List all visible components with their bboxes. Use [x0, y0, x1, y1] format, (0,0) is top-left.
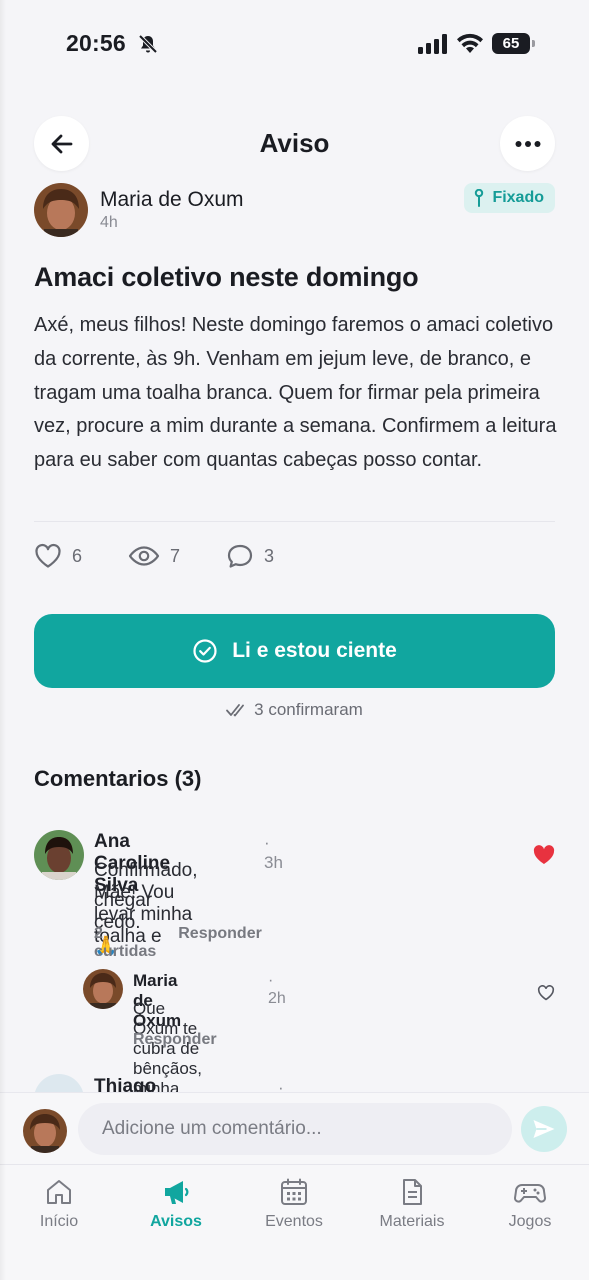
post-time: 4h [100, 214, 118, 231]
current-user-avatar [23, 1109, 67, 1153]
tab-label: Eventos [265, 1213, 323, 1230]
comment-composer [0, 1092, 589, 1164]
author-name[interactable]: Maria de Oxum [100, 188, 244, 212]
screen: 20:56 65 Aviso Maria de Oxum 4h Fixado A… [0, 0, 589, 1280]
views-stat: 7 [128, 545, 180, 567]
comment-time-value: 3h [264, 853, 283, 872]
post-body: Axé, meus filhos! Neste domingo faremos … [34, 314, 557, 472]
pinned-badge: Fixado [464, 183, 555, 213]
double-check-icon [226, 704, 245, 717]
reply-button[interactable]: Responder [178, 925, 262, 961]
comments-count: 3 [264, 545, 275, 566]
reply-button[interactable]: Responder [133, 1031, 217, 1049]
heart-filled-icon[interactable] [533, 845, 555, 865]
tab-label: Início [39, 1213, 79, 1230]
comment-avatar[interactable] [34, 830, 84, 880]
send-button[interactable] [521, 1106, 567, 1152]
heart-outline-icon [35, 543, 61, 568]
pin-icon [475, 189, 484, 207]
megaphone-icon [165, 1181, 189, 1204]
battery-level: 65 [492, 33, 530, 54]
comment-input[interactable] [78, 1103, 512, 1155]
comment-time: · 3h [264, 833, 283, 872]
comments-title: Comentarios (3) [34, 766, 202, 791]
comment-actions: 2 curtidas Responder [94, 925, 262, 961]
comment-likes-count[interactable]: 2 curtidas [94, 925, 156, 961]
reply-time-value: 2h [268, 990, 286, 1007]
document-icon [403, 1179, 422, 1205]
views-count: 7 [170, 545, 181, 566]
status-time: 20:56 [66, 30, 126, 56]
comments-stat[interactable]: 3 [226, 543, 274, 569]
comment-bubble-icon [227, 544, 253, 568]
check-circle-icon [193, 639, 217, 663]
post-author: Maria de Oxum 4h Fixado [34, 183, 555, 239]
confirmations: 3 confirmaram [0, 700, 589, 720]
more-horizontal-icon [515, 140, 540, 147]
tab-label: Jogos [508, 1213, 552, 1230]
tab-label: Avisos [150, 1213, 202, 1230]
send-icon [533, 1120, 555, 1138]
author-avatar[interactable] [34, 183, 88, 237]
reply-actions: Responder [133, 1031, 217, 1049]
post-title: Amaci coletivo neste domingo [34, 262, 419, 292]
post-stats: 6 7 3 [34, 539, 320, 573]
battery-tip [532, 40, 535, 47]
gamepad-icon [514, 1184, 546, 1203]
battery-icon: 65 [492, 33, 536, 54]
confirm-label: Li e estou ciente [232, 639, 397, 662]
home-icon [47, 1180, 71, 1204]
reply-time: · 2h [268, 972, 286, 1007]
tab-eventos[interactable]: Eventos [239, 1177, 349, 1231]
like-count: 6 [72, 545, 83, 566]
tab-jogos[interactable]: Jogos [475, 1177, 585, 1231]
tab-inicio[interactable]: Início [4, 1177, 114, 1231]
tab-materiais[interactable]: Materiais [357, 1177, 467, 1231]
status-bar: 20:56 65 [0, 0, 589, 88]
tab-label: Materiais [379, 1213, 445, 1230]
more-options-button[interactable] [500, 116, 555, 171]
eye-icon [128, 546, 160, 566]
reply-avatar[interactable] [83, 969, 123, 1009]
edge-shadow [0, 0, 6, 1280]
tab-bar: Início Avisos Eventos Materiais Jogos [0, 1164, 589, 1280]
confirm-read-button[interactable]: Li e estou ciente [34, 614, 555, 688]
divider [34, 521, 555, 522]
pinned-label: Fixado [492, 189, 544, 206]
calendar-icon [281, 1178, 307, 1205]
tab-avisos[interactable]: Avisos [121, 1177, 231, 1231]
header: Aviso [0, 116, 589, 172]
wifi-icon [457, 33, 483, 53]
signal-icon [418, 34, 447, 54]
confirmations-text: 3 confirmaram [254, 700, 363, 719]
heart-outline-icon[interactable] [537, 985, 555, 1001]
bell-off-icon [138, 34, 158, 54]
like-stat[interactable]: 6 [34, 543, 82, 569]
